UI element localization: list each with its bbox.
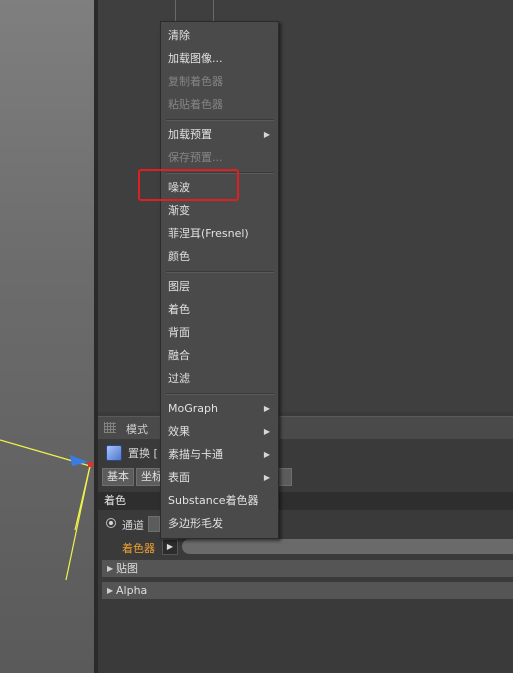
menu-item-backface[interactable]: 背面 xyxy=(161,322,278,344)
menu-item-effects[interactable]: 效果 ▶ xyxy=(161,421,278,443)
viewport[interactable] xyxy=(0,0,96,673)
submenu-arrow-icon: ▶ xyxy=(263,404,270,413)
menu-item-layer[interactable]: 图层 xyxy=(161,276,278,298)
fold-label: Alpha xyxy=(116,584,148,597)
grip-icon[interactable] xyxy=(104,422,116,433)
mode-menu[interactable]: 模式 xyxy=(126,421,148,437)
fold-section-alpha[interactable]: ▶ Alpha xyxy=(102,582,513,599)
channel-label: 通道 xyxy=(122,519,144,532)
tab-basic[interactable]: 基本 xyxy=(102,468,134,486)
menu-item-sketch-toon[interactable]: 素描与卡通 ▶ xyxy=(161,444,278,466)
menu-separator xyxy=(166,119,274,121)
shader-label: 着色器 xyxy=(122,542,155,555)
shader-context-menu: 清除 加载图像... 复制着色器 粘贴着色器 加载预置 ▶ 保存预置... 噪波 … xyxy=(160,21,279,539)
menu-item-copy-shader[interactable]: 复制着色器 xyxy=(161,71,278,93)
expand-triangle-icon: ▶ xyxy=(107,564,114,573)
submenu-arrow-icon: ▶ xyxy=(263,450,270,459)
menu-item-gradient[interactable]: 渐变 xyxy=(161,200,278,222)
shader-row: 着色器 ▶ xyxy=(98,536,513,556)
menu-item-paste-shader[interactable]: 粘贴着色器 xyxy=(161,94,278,116)
submenu-arrow-icon: ▶ xyxy=(263,473,270,482)
annotation-highlight-box xyxy=(138,169,239,201)
menu-item-load-preset[interactable]: 加载预置 ▶ xyxy=(161,124,278,146)
cinema4d-window: 模式 置换 [ 基本 坐标 着色 通道 着色器 ▶ ▶ 贴图 ▶ Alpha 清… xyxy=(0,0,513,673)
menu-item-surfaces[interactable]: 表面 ▶ xyxy=(161,467,278,489)
menu-separator xyxy=(166,271,274,273)
menu-item-fresnel[interactable]: 菲涅耳(Fresnel) xyxy=(161,223,278,245)
menu-item-colorizer[interactable]: 着色 xyxy=(161,299,278,321)
attribute-tabs: 基本 坐标 xyxy=(102,468,168,486)
channel-dropdown[interactable] xyxy=(148,516,160,532)
shader-field[interactable] xyxy=(182,539,513,554)
shader-menu-button[interactable]: ▶ xyxy=(162,539,178,555)
menu-item-filter[interactable]: 过滤 xyxy=(161,368,278,390)
menu-item-fusion[interactable]: 融合 xyxy=(161,345,278,367)
displace-shader-icon xyxy=(106,445,122,461)
menu-item-clear[interactable]: 清除 xyxy=(161,25,278,47)
menu-item-save-preset[interactable]: 保存预置... xyxy=(161,147,278,169)
menu-item-mograph[interactable]: MoGraph ▶ xyxy=(161,398,278,420)
object-name: 置换 [ xyxy=(128,447,158,460)
fold-section-texture[interactable]: ▶ 贴图 xyxy=(102,560,513,577)
submenu-arrow-icon: ▶ xyxy=(263,130,270,139)
channel-radio[interactable] xyxy=(106,518,116,528)
column-divider xyxy=(213,0,214,22)
column-divider xyxy=(175,0,176,22)
menu-item-color[interactable]: 颜色 xyxy=(161,246,278,268)
menu-separator xyxy=(166,393,274,395)
menu-item-load-image[interactable]: 加载图像... xyxy=(161,48,278,70)
submenu-arrow-icon: ▶ xyxy=(263,427,270,436)
menu-item-substance-shader[interactable]: Substance着色器 xyxy=(161,490,278,512)
fold-label: 贴图 xyxy=(116,562,138,575)
expand-triangle-icon: ▶ xyxy=(107,586,114,595)
viewport-gizmo xyxy=(0,439,93,581)
menu-item-polygon-hair[interactable]: 多边形毛发 xyxy=(161,513,278,535)
